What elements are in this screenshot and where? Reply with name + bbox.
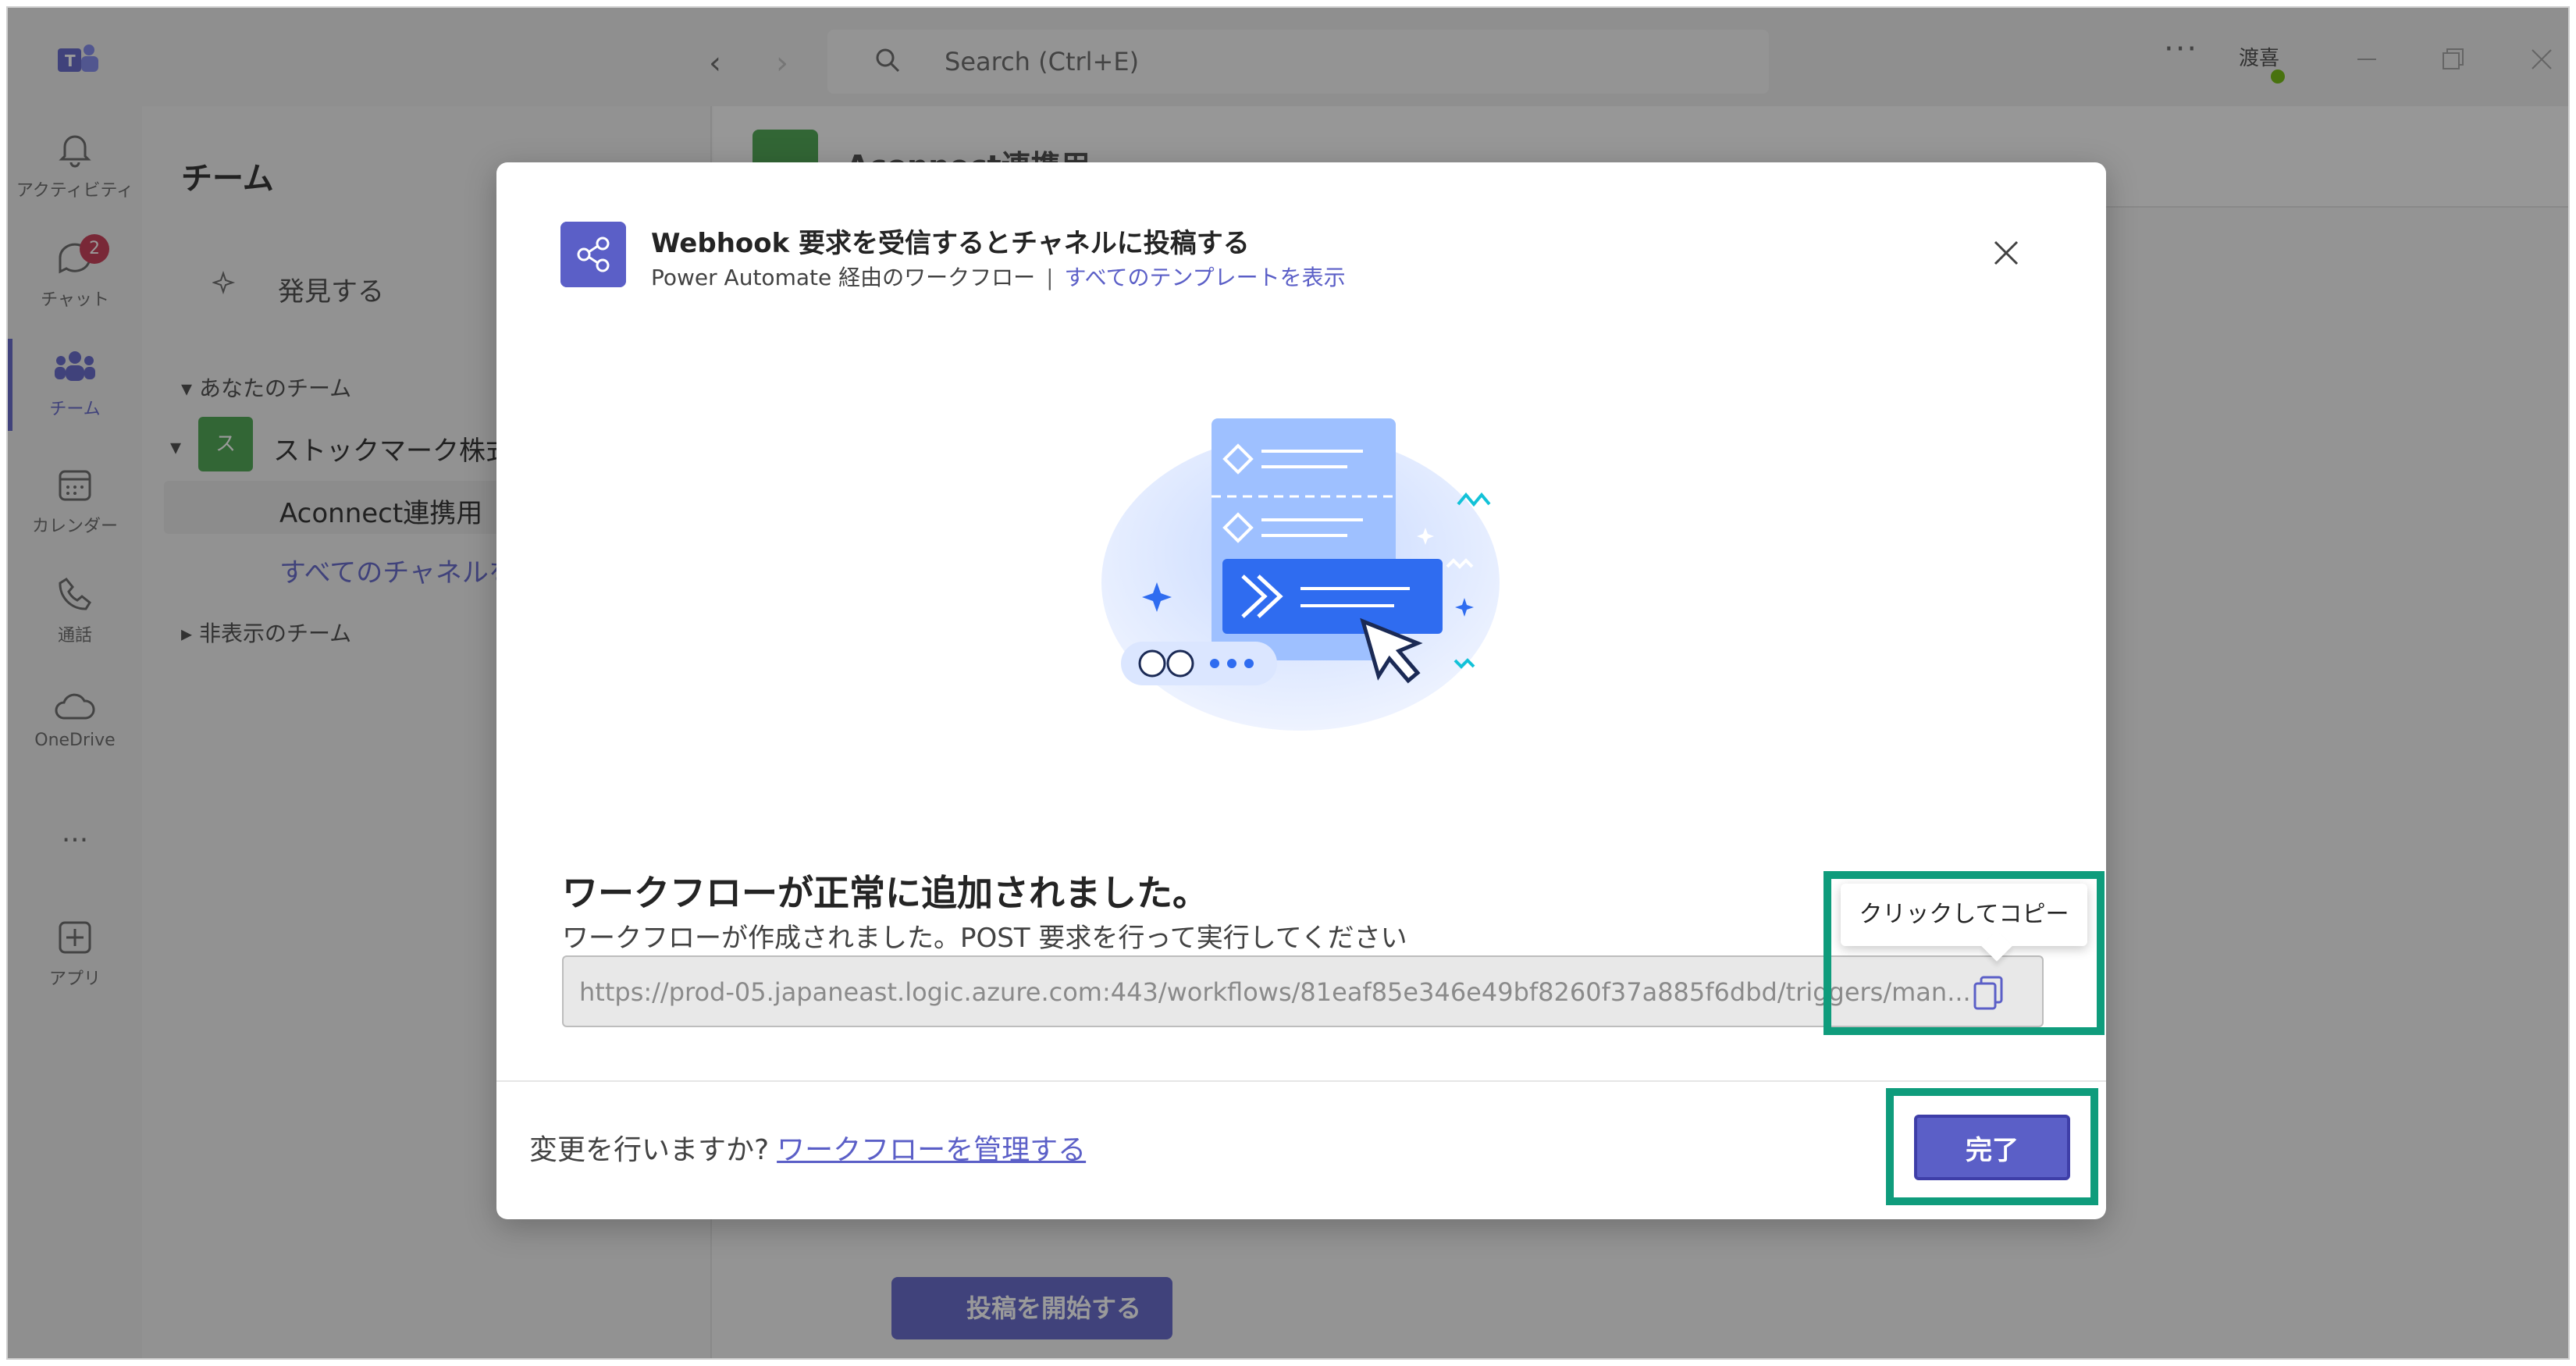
workflow-illustration [1101,418,1500,731]
close-icon[interactable] [1991,237,2022,269]
dialog-footer: 変更を行いますか? ワークフローを管理する [529,1134,1087,1166]
workflow-share-icon [560,222,626,287]
dialog-subtitle: Power Automate 経由のワークフロー | すべてのテンプレートを表示 [651,265,1346,290]
webhook-url: https://prod-05.japaneast.logic.azure.co… [579,977,1971,1007]
copy-highlight-box [1823,871,2105,1035]
manage-workflow-link[interactable]: ワークフローを管理する [777,1134,1086,1166]
done-highlight-box [1886,1088,2098,1205]
success-title: ワークフローが正常に追加されました。 [562,872,1208,914]
workflow-dialog: Webhook 要求を受信するとチャネルに投稿する Power Automate… [496,162,2106,1219]
dialog-title: Webhook 要求を受信するとチャネルに投稿する [651,228,1250,259]
view-all-templates-link[interactable]: すべてのテンプレートを表示 [1065,265,1346,290]
dialog-divider [496,1080,2106,1082]
success-description: ワークフローが作成されました。POST 要求を行って実行してください [562,923,1407,954]
app-window: T ‹ › Search (Ctrl+E) ··· 渡喜 アクティビティ 2 チ… [6,6,2570,1360]
webhook-url-field[interactable]: https://prod-05.japaneast.logic.azure.co… [562,955,2044,1027]
